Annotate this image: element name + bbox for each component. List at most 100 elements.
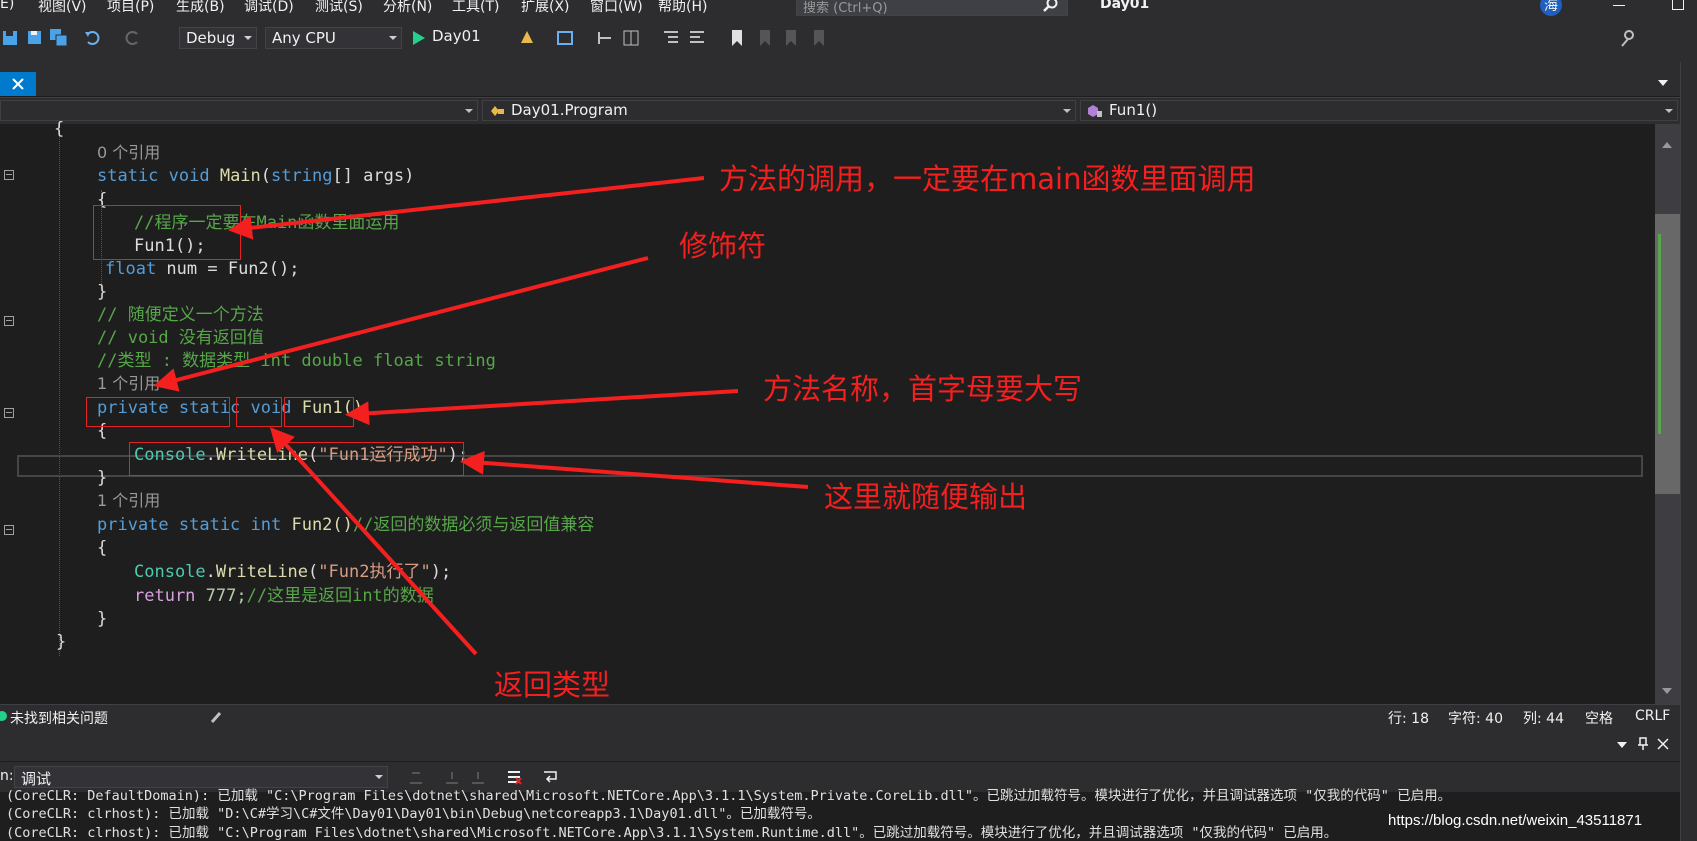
next-message-icon[interactable] — [470, 769, 486, 785]
annotation-label: 这里就随便输出 — [824, 480, 1028, 514]
member-name: Fun1() — [1109, 101, 1158, 119]
minimize-icon[interactable] — [1613, 5, 1625, 6]
menu-tools[interactable]: 工具(T) — [452, 0, 499, 16]
close-icon[interactable] — [12, 78, 24, 90]
fold-toggle-icon[interactable] — [4, 408, 14, 418]
prev-message-icon[interactable] — [444, 769, 460, 785]
annotation-label: 返回类型 — [494, 668, 611, 702]
tab-list-icon[interactable] — [1658, 80, 1668, 86]
watermark: https://blog.csdn.net/weixin_43511871 — [1388, 812, 1643, 829]
code-line: { — [54, 119, 65, 139]
clear-bookmarks-icon[interactable] — [810, 29, 828, 47]
column-number[interactable]: 列: 44 — [1523, 708, 1564, 728]
menu-edit[interactable]: E) — [0, 0, 14, 12]
bookmark-icon[interactable] — [728, 29, 746, 47]
class-icon — [491, 106, 504, 116]
code-line-console2: Console.WriteLine("Fun2执行了"); — [134, 561, 451, 583]
code-line: } — [97, 282, 108, 302]
fold-toggle-icon[interactable] — [4, 170, 14, 180]
issues-status[interactable]: 未找到相关问题 — [10, 708, 108, 728]
scroll-down-icon[interactable] — [1662, 688, 1672, 694]
pin-icon[interactable] — [1637, 737, 1649, 751]
output-line: (CoreCLR: clrhost): 已加载 "C:\Program File… — [6, 825, 1338, 841]
start-button[interactable]: Day01 — [410, 27, 508, 49]
clear-all-icon[interactable] — [506, 769, 522, 785]
next-bookmark-icon[interactable] — [782, 29, 800, 47]
prev-bookmark-icon[interactable] — [756, 29, 774, 47]
menu-help[interactable]: 帮助(H) — [658, 0, 707, 16]
whitespace-mode[interactable]: 空格 — [1585, 708, 1613, 728]
scroll-up-icon[interactable] — [1662, 142, 1672, 148]
layout-icon[interactable] — [622, 29, 640, 47]
fold-toggle-icon[interactable] — [4, 525, 14, 535]
browser-icon[interactable] — [556, 29, 574, 47]
close-icon[interactable] — [1657, 738, 1669, 750]
menu-analyze[interactable]: 分析(N) — [383, 0, 432, 16]
char-number[interactable]: 字符: 40 — [1448, 708, 1503, 728]
menu-debug[interactable]: 调试(D) — [244, 0, 294, 16]
code-line-float: float num = Fun2(); — [105, 258, 299, 280]
indent-guide — [59, 132, 61, 656]
type-name: Day01.Program — [511, 101, 628, 119]
save-file-icon[interactable] — [26, 29, 44, 47]
highlight-box — [129, 442, 464, 476]
code-comment: // void 没有返回值 — [97, 328, 264, 348]
code-comment: //这里是返回int的数据 — [246, 586, 434, 606]
step-icon[interactable] — [596, 29, 614, 47]
line-number[interactable]: 行: 18 — [1388, 708, 1429, 728]
code-line: } — [97, 609, 108, 629]
fold-toggle-icon[interactable] — [4, 316, 14, 326]
avatar[interactable]: 海 — [1540, 0, 1562, 16]
side-panel-edge — [1680, 62, 1697, 841]
member-dropdown[interactable]: Fun1() — [1080, 100, 1678, 121]
highlight-box — [236, 397, 282, 427]
indent-icon[interactable] — [662, 29, 680, 47]
brush-icon[interactable] — [210, 710, 224, 724]
word-wrap-icon[interactable] — [542, 769, 558, 785]
maximize-icon[interactable] — [1672, 0, 1684, 10]
search-input[interactable]: 搜索 (Ctrl+Q) — [796, 0, 1068, 16]
find-message-icon[interactable] — [408, 769, 424, 785]
navigation-bar: Day01.Program Fun1() — [0, 97, 1680, 124]
tab-strip — [0, 62, 1697, 96]
string-literal: "Fun2执行了" — [318, 562, 431, 582]
window-position-icon[interactable] — [1617, 742, 1627, 748]
solution-name: Day01 — [1100, 0, 1150, 12]
menu-test[interactable]: 测试(S) — [315, 0, 363, 16]
keyword: string — [271, 166, 333, 186]
punctuation: ( — [260, 166, 272, 186]
undo-icon[interactable] — [84, 29, 102, 47]
keyword: float — [105, 259, 157, 279]
code-lens-references[interactable]: 0 个引用 — [97, 142, 160, 164]
live-share-icon[interactable] — [1620, 29, 1638, 47]
type-name: Console — [134, 562, 206, 582]
comment-icon[interactable] — [688, 29, 706, 47]
config-dropdown[interactable]: Debug — [179, 27, 257, 49]
search-placeholder: 搜索 (Ctrl+Q) — [803, 1, 888, 16]
menu-view[interactable]: 视图(V) — [38, 0, 87, 16]
project-dropdown[interactable] — [0, 100, 478, 121]
save-all-icon[interactable] — [50, 29, 68, 47]
save-icon[interactable] — [2, 29, 20, 47]
code-lens-references[interactable]: 1 个引用 — [97, 373, 160, 395]
output-source-label: n: — [0, 768, 14, 784]
reference-count[interactable]: 1 个引用 — [97, 491, 160, 510]
output-line: (CoreCLR: DefaultDomain): 已加载 "C:\Progra… — [6, 788, 1452, 804]
line-ending[interactable]: CRLF — [1635, 708, 1670, 724]
menu-build[interactable]: 生成(B) — [176, 0, 225, 16]
highlight-box — [93, 205, 241, 260]
reference-count[interactable]: 0 个引用 — [97, 143, 160, 162]
reference-count[interactable]: 1 个引用 — [97, 374, 160, 393]
code-lens-references[interactable]: 1 个引用 — [97, 490, 160, 512]
annotation-label: 方法的调用，一定要在main函数里面调用 — [719, 162, 1256, 196]
hot-reload-icon[interactable] — [518, 29, 536, 47]
platform-dropdown[interactable]: Any CPU — [265, 27, 402, 49]
menu-window[interactable]: 窗口(W) — [590, 0, 643, 16]
type-dropdown[interactable]: Day01.Program — [482, 100, 1076, 121]
redo-icon[interactable] — [123, 29, 141, 47]
menu-extensions[interactable]: 扩展(X) — [521, 0, 570, 16]
menu-project[interactable]: 项目(P) — [107, 0, 154, 16]
output-line: (CoreCLR: clrhost): 已加载 "D:\C#学习\C#文件\Da… — [6, 806, 821, 822]
active-tab[interactable] — [0, 72, 36, 96]
vertical-scrollbar[interactable] — [1655, 124, 1680, 704]
